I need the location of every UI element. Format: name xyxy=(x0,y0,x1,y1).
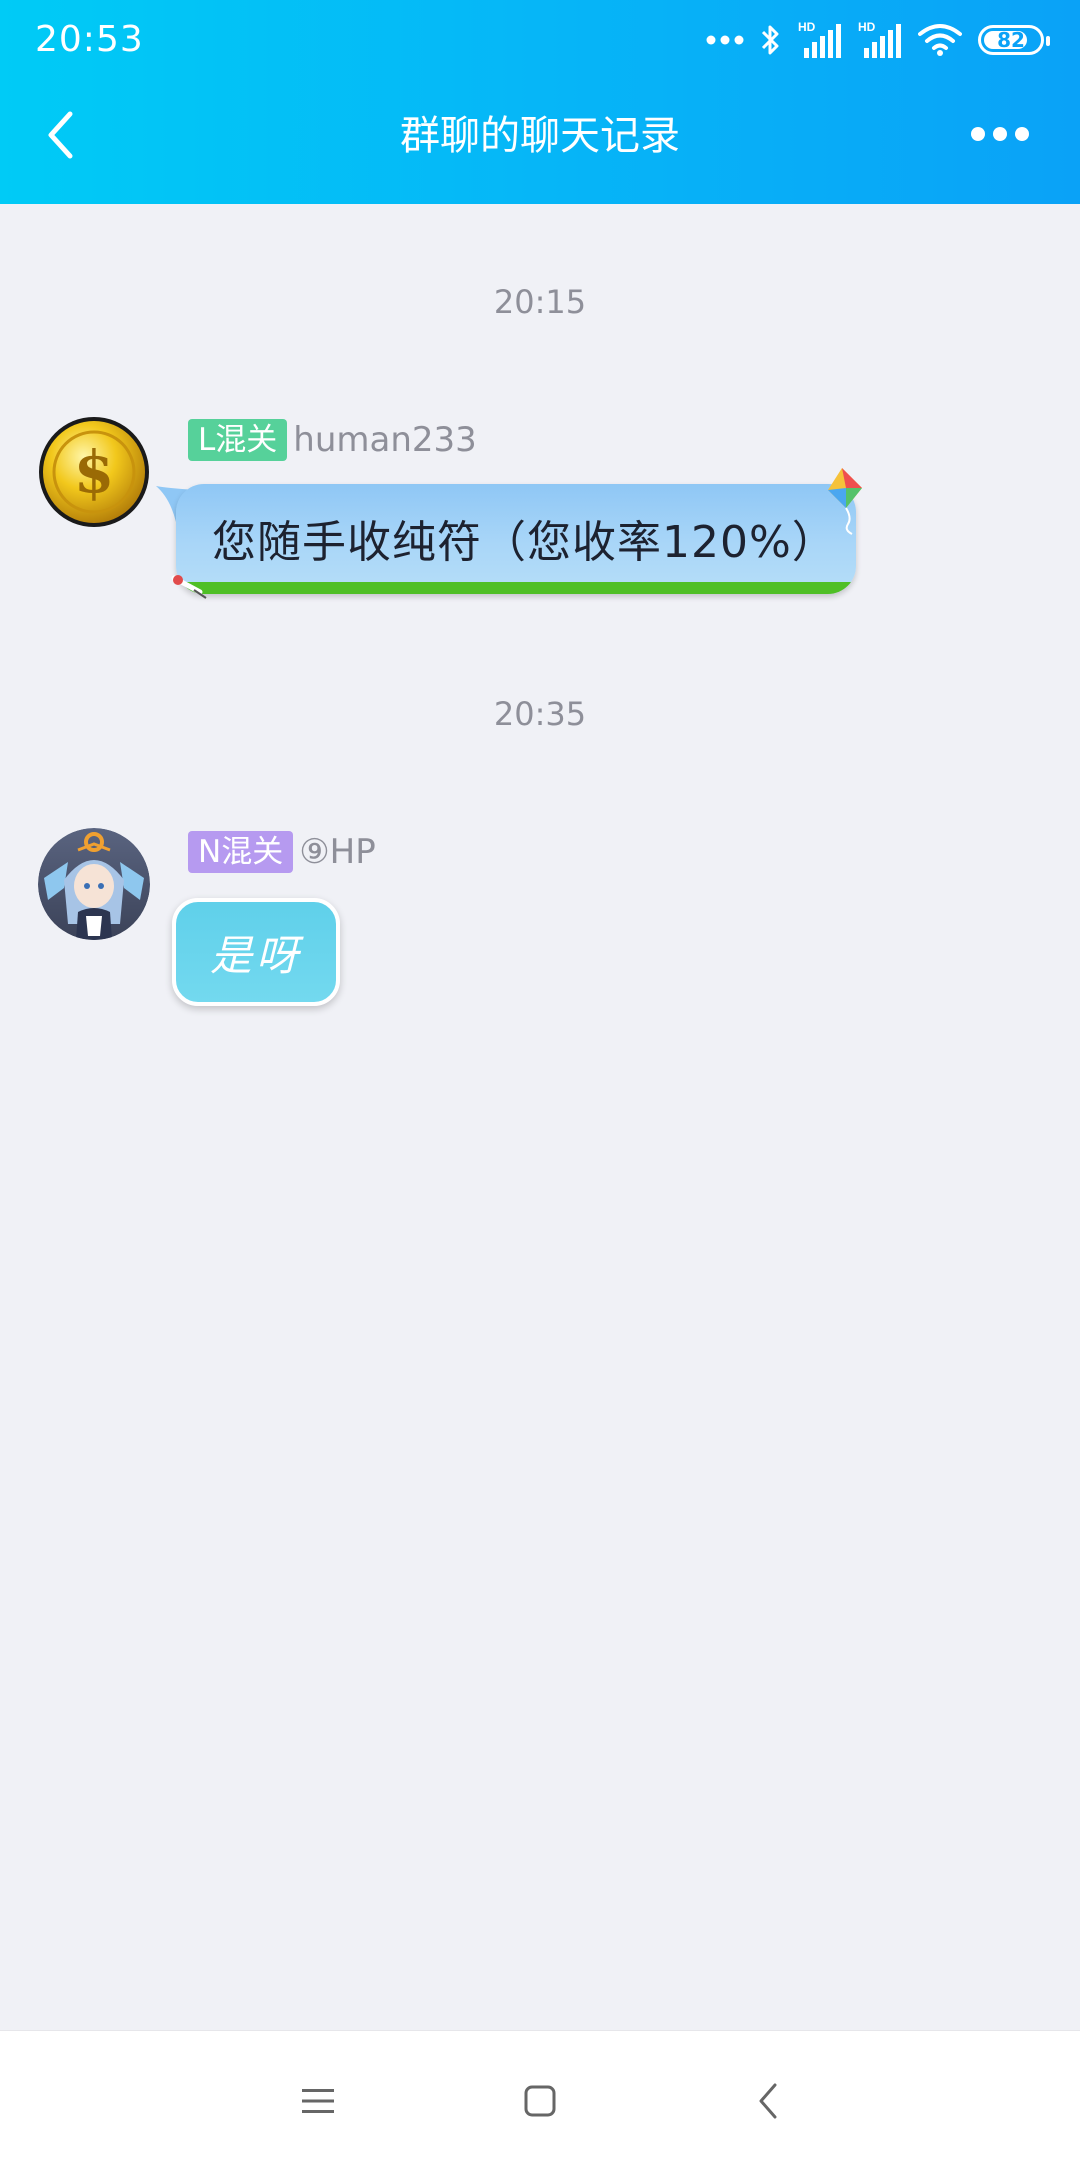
message-bubble[interactable]: 是呀 xyxy=(172,898,340,1006)
home-button[interactable] xyxy=(500,2061,580,2141)
header: 20:53 HD HD 82 群聊的聊天记录 xyxy=(0,0,1080,204)
svg-text:HD: HD xyxy=(858,20,876,34)
member-level-badge: L混关 xyxy=(188,419,288,461)
kite-icon xyxy=(828,468,862,535)
anime-character-icon xyxy=(38,828,150,940)
back-icon xyxy=(759,2083,777,2119)
gold-dollar-coin-icon: $ xyxy=(39,417,149,527)
message-timestamp: 20:35 xyxy=(493,695,587,733)
more-dots-icon xyxy=(706,35,744,45)
more-dot xyxy=(971,127,985,141)
battery-icon: 82 xyxy=(978,25,1050,55)
svg-text:HD: HD xyxy=(798,20,816,34)
rocket-decoration-icon xyxy=(171,575,207,599)
member-level-badge: N混关 xyxy=(188,831,294,873)
sender-name[interactable]: ⑨HP xyxy=(299,832,376,872)
sender-row: L混关 human233 xyxy=(188,418,477,462)
message-text: 是呀 xyxy=(209,930,302,980)
page-title: 群聊的聊天记录 xyxy=(400,113,680,159)
more-dot xyxy=(1015,127,1029,141)
avatar[interactable] xyxy=(38,828,150,940)
status-time: 20:53 xyxy=(35,19,144,60)
message-timestamp: 20:15 xyxy=(493,283,587,321)
avatar[interactable]: $ xyxy=(38,416,150,528)
system-nav-bar xyxy=(0,2030,1080,2160)
signal-hd-icon: HD xyxy=(798,20,841,58)
wifi-icon xyxy=(918,24,962,56)
menu-icon xyxy=(302,2089,334,2113)
status-icons: HD HD 82 xyxy=(706,12,1050,68)
more-dot xyxy=(993,127,1007,141)
sender-row: N混关 ⑨HP xyxy=(188,830,376,874)
message-text: 您随手收纯符（您收率120%） xyxy=(212,517,837,568)
chat-history-screen: 20:53 HD HD 82 群聊的聊天记录 20:15 $ L混关 human… xyxy=(0,0,1080,2160)
home-square-icon xyxy=(524,2085,556,2117)
grass-decoration xyxy=(176,582,856,594)
bluetooth-icon xyxy=(761,25,779,55)
more-options-button[interactable] xyxy=(960,106,1040,162)
battery-level: 82 xyxy=(997,28,1025,52)
sender-name[interactable]: human233 xyxy=(293,420,477,460)
message-bubble[interactable]: 您随手收纯符（您收率120%） xyxy=(176,484,856,594)
system-back-button[interactable] xyxy=(728,2061,808,2141)
signal-hd-icon-2: HD xyxy=(858,20,901,58)
menu-button[interactable] xyxy=(278,2061,358,2141)
svg-text:$: $ xyxy=(74,438,114,506)
